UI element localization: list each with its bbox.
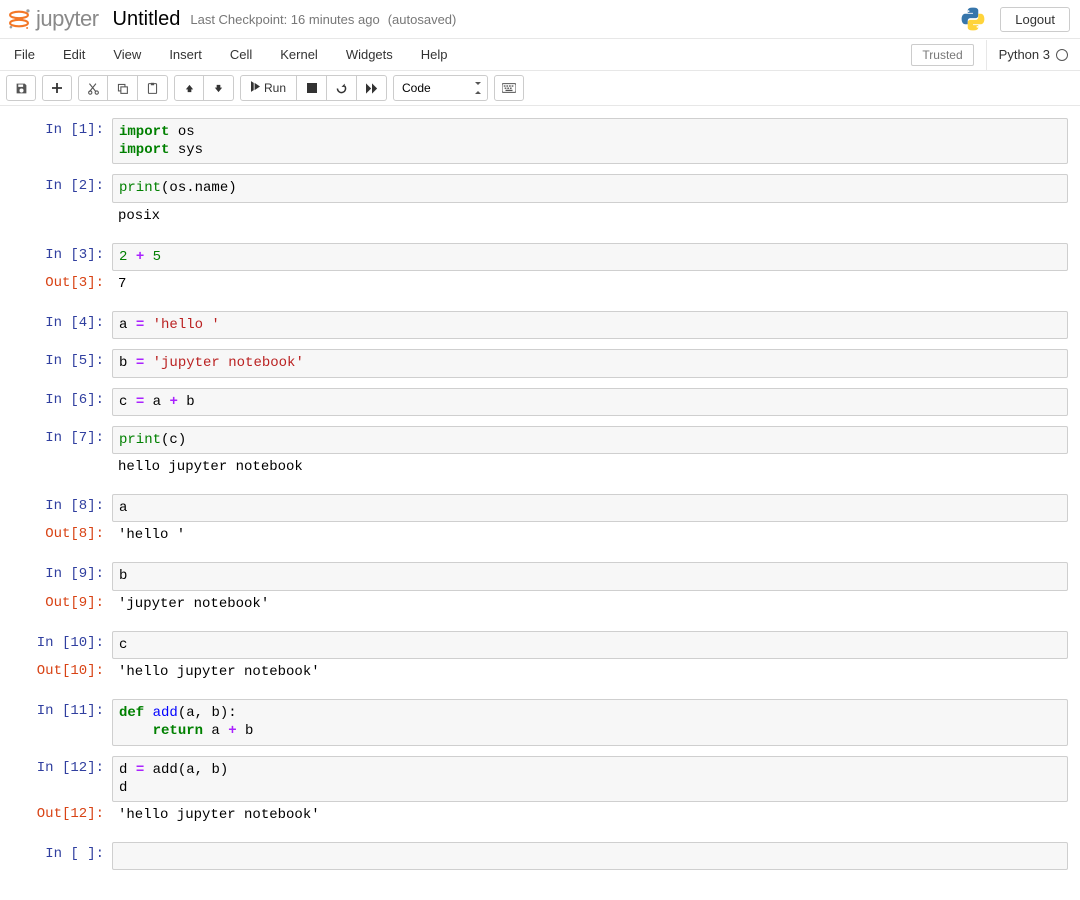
output-prompt: Out[9]: — [12, 591, 112, 617]
code-cell[interactable]: In [8]:a — [12, 494, 1068, 522]
jupyter-logo[interactable]: jupyter — [6, 6, 99, 32]
input-area[interactable]: a = 'hello ' — [112, 311, 1068, 339]
code-cell[interactable]: In [12]:d = add(a, b) d — [12, 756, 1068, 802]
input-area[interactable]: print(os.name) — [112, 174, 1068, 202]
input-prompt: In [9]: — [12, 562, 112, 590]
kernel-name: Python 3 — [999, 47, 1050, 62]
input-area[interactable]: 2 + 5 — [112, 243, 1068, 271]
cut-button[interactable] — [78, 75, 108, 101]
code-cell[interactable]: In [7]:print(c) — [12, 426, 1068, 454]
menu-widgets[interactable]: Widgets — [332, 39, 407, 70]
jupyter-wordmark: jupyter — [36, 6, 99, 32]
input-prompt: In [7]: — [12, 426, 112, 454]
input-prompt: In [10]: — [12, 631, 112, 659]
execute-result: 'jupyter notebook' — [112, 591, 1068, 617]
input-area[interactable]: def add(a, b): return a + b — [112, 699, 1068, 745]
output-prompt: Out[10]: — [12, 659, 112, 685]
header-bar: jupyter Untitled Last Checkpoint: 16 min… — [0, 0, 1080, 39]
menu-view[interactable]: View — [99, 39, 155, 70]
kernel-indicator[interactable]: Python 3 — [986, 40, 1080, 70]
cell-type-select[interactable]: Code — [393, 75, 488, 101]
run-button[interactable]: Run — [240, 75, 297, 101]
input-area[interactable]: b = 'jupyter notebook' — [112, 349, 1068, 377]
cell-type-value: Code — [402, 81, 431, 95]
copy-button[interactable] — [108, 75, 138, 101]
input-area[interactable]: d = add(a, b) d — [112, 756, 1068, 802]
save-button[interactable] — [6, 75, 36, 101]
kernel-idle-icon — [1056, 49, 1068, 61]
menu-edit[interactable]: Edit — [49, 39, 99, 70]
menu-insert[interactable]: Insert — [155, 39, 216, 70]
input-prompt: In [8]: — [12, 494, 112, 522]
logout-button[interactable]: Logout — [1000, 7, 1070, 32]
input-prompt: In [ ]: — [12, 842, 112, 870]
command-palette-button[interactable] — [494, 75, 524, 101]
python-logo-icon — [958, 4, 988, 34]
input-prompt: In [6]: — [12, 388, 112, 416]
input-prompt: In [2]: — [12, 174, 112, 202]
interrupt-button[interactable] — [297, 75, 327, 101]
paste-button[interactable] — [138, 75, 168, 101]
input-area[interactable]: c = a + b — [112, 388, 1068, 416]
restart-button[interactable] — [327, 75, 357, 101]
checkpoint-status: Last Checkpoint: 16 minutes ago — [190, 12, 379, 27]
code-cell[interactable]: In [2]:print(os.name) — [12, 174, 1068, 202]
jupyter-orbit-icon — [6, 6, 32, 32]
menu-help[interactable]: Help — [407, 39, 462, 70]
autosave-status: (autosaved) — [388, 12, 457, 27]
input-prompt: In [3]: — [12, 243, 112, 271]
input-area[interactable]: print(c) — [112, 426, 1068, 454]
output-prompt: Out[8]: — [12, 522, 112, 548]
run-label: Run — [264, 81, 286, 95]
menu-cell[interactable]: Cell — [216, 39, 266, 70]
code-cell[interactable]: In [4]:a = 'hello ' — [12, 311, 1068, 339]
code-cell[interactable]: In [1]:import os import sys — [12, 118, 1068, 164]
menu-kernel[interactable]: Kernel — [266, 39, 332, 70]
input-prompt: In [12]: — [12, 756, 112, 802]
input-area[interactable]: b — [112, 562, 1068, 590]
input-area[interactable]: c — [112, 631, 1068, 659]
input-area[interactable]: a — [112, 494, 1068, 522]
move-down-button[interactable] — [204, 75, 234, 101]
insert-cell-button[interactable] — [42, 75, 72, 101]
execute-result: 7 — [112, 271, 1068, 297]
input-prompt: In [11]: — [12, 699, 112, 745]
menu-file[interactable]: File — [0, 39, 49, 70]
input-area[interactable] — [112, 842, 1068, 870]
input-prompt: In [1]: — [12, 118, 112, 164]
code-cell[interactable]: In [10]:c — [12, 631, 1068, 659]
notebook-container: In [1]:import os import sysIn [2]:print(… — [0, 106, 1080, 900]
code-cell[interactable]: In [ ]: — [12, 842, 1068, 870]
output-prompt: Out[12]: — [12, 802, 112, 828]
restart-run-all-button[interactable] — [357, 75, 387, 101]
code-cell[interactable]: In [5]:b = 'jupyter notebook' — [12, 349, 1068, 377]
input-area[interactable]: import os import sys — [112, 118, 1068, 164]
move-up-button[interactable] — [174, 75, 204, 101]
menubar: FileEditViewInsertCellKernelWidgetsHelp … — [0, 39, 1080, 71]
stream-output: hello jupyter notebook — [112, 454, 1068, 480]
stream-output: posix — [112, 203, 1068, 229]
execute-result: 'hello jupyter notebook' — [112, 659, 1068, 685]
run-icon — [251, 81, 260, 95]
notebook-name[interactable]: Untitled — [113, 8, 181, 31]
input-prompt: In [4]: — [12, 311, 112, 339]
code-cell[interactable]: In [11]:def add(a, b): return a + b — [12, 699, 1068, 745]
trusted-indicator[interactable]: Trusted — [911, 44, 973, 66]
execute-result: 'hello ' — [112, 522, 1068, 548]
output-prompt: Out[3]: — [12, 271, 112, 297]
input-prompt: In [5]: — [12, 349, 112, 377]
execute-result: 'hello jupyter notebook' — [112, 802, 1068, 828]
code-cell[interactable]: In [6]:c = a + b — [12, 388, 1068, 416]
code-cell[interactable]: In [9]:b — [12, 562, 1068, 590]
code-cell[interactable]: In [3]:2 + 5 — [12, 243, 1068, 271]
toolbar: Run Code — [0, 71, 1080, 106]
